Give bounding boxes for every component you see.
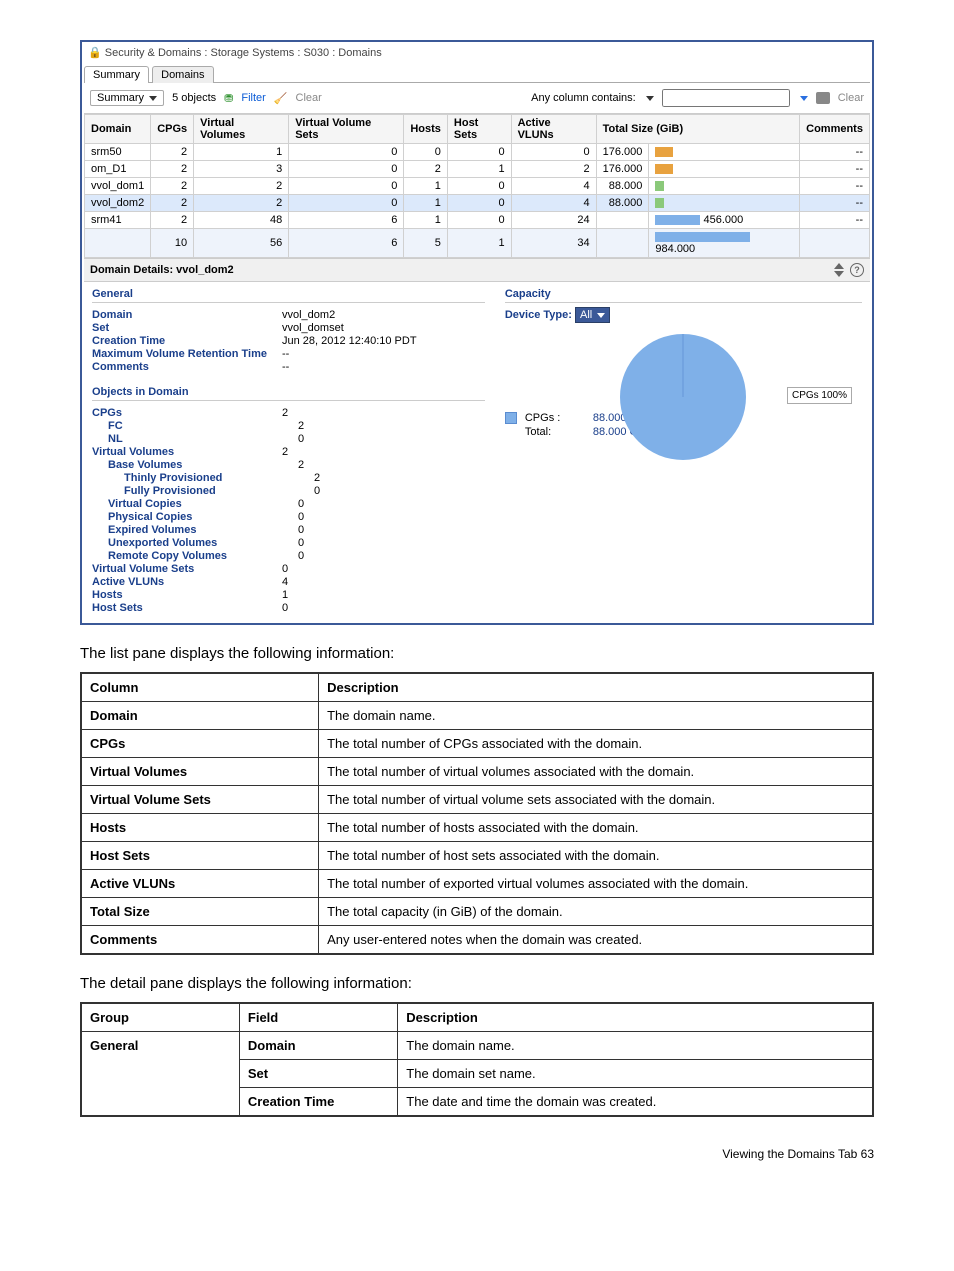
detail-field: Comments-- [92, 361, 485, 373]
doc-table-row: CPGsThe total number of CPGs associated … [81, 730, 873, 758]
col-hosts[interactable]: Hosts [404, 115, 448, 144]
tabs: Summary Domains [84, 65, 870, 83]
t2-h1: Group [81, 1003, 239, 1032]
col-comments[interactable]: Comments [800, 115, 870, 144]
object-row[interactable]: Active VLUNs4 [92, 576, 485, 588]
object-row[interactable]: Fully Provisioned0 [92, 485, 485, 497]
caption-detail-pane: The detail pane displays the following i… [80, 975, 874, 992]
window-title: 🔒 Security & Domains : Storage Systems :… [84, 44, 870, 61]
device-type-select[interactable]: All [575, 307, 610, 323]
t1-h2: Description [319, 673, 873, 702]
caption-list-pane: The list pane displays the following inf… [80, 645, 874, 662]
help-icon[interactable]: ? [850, 263, 864, 277]
object-row[interactable]: CPGs2 [92, 407, 485, 419]
clear-link-2[interactable]: Clear [838, 92, 864, 104]
table-header-row: Domain CPGs Virtual Volumes Virtual Volu… [85, 115, 870, 144]
table-row[interactable]: vvol_dom122010488.000 -- [85, 178, 870, 195]
doc-table-row: Total SizeThe total capacity (in GiB) of… [81, 898, 873, 926]
toolbar: Summary 5 objects ⛃ Filter 🧹 Clear Any c… [84, 83, 870, 114]
detail-field: Creation TimeJun 28, 2012 12:40:10 PDT [92, 335, 485, 347]
expand-collapse-icon[interactable] [834, 263, 844, 277]
capacity-section-title: Capacity [505, 288, 862, 303]
col-cpgs[interactable]: CPGs [151, 115, 194, 144]
detail-field: Domainvvol_dom2 [92, 309, 485, 321]
details-header: Domain Details: vvol_dom2 ? [84, 258, 870, 282]
page-footer: Viewing the Domains Tab 63 [80, 1147, 874, 1161]
filter-icon: ⛃ [224, 92, 233, 105]
object-row[interactable]: Virtual Volumes2 [92, 446, 485, 458]
t2-h2: Field [239, 1003, 397, 1032]
field-description-table: Group Field Description GeneralDomainThe… [80, 1002, 874, 1117]
col-hostsets[interactable]: Host Sets [447, 115, 511, 144]
table-row[interactable]: srm4124861024 456.000-- [85, 212, 870, 229]
pie-legend: CPGs 100% [787, 387, 852, 404]
doc-table-row: GeneralDomainThe domain name. [81, 1032, 873, 1060]
object-row[interactable]: NL0 [92, 433, 485, 445]
column-description-table: Column Description DomainThe domain name… [80, 672, 874, 955]
tab-domains[interactable]: Domains [152, 66, 213, 83]
device-type-label: Device Type: [505, 309, 572, 321]
details-body: General Domainvvol_dom2Setvvol_domsetCre… [84, 282, 870, 621]
object-row[interactable]: Virtual Volume Sets0 [92, 563, 485, 575]
print-icon[interactable] [816, 92, 830, 104]
doc-table-row: Active VLUNsThe total number of exported… [81, 870, 873, 898]
chevron-down-icon [597, 313, 605, 318]
object-row[interactable]: Expired Volumes0 [92, 524, 485, 536]
details-title: Domain Details: vvol_dom2 [90, 264, 234, 276]
totals-row: 105665134 984.000 [85, 229, 870, 258]
capacity-pie-chart [613, 327, 753, 467]
doc-table-row: DomainThe domain name. [81, 702, 873, 730]
chevron-down-icon[interactable] [646, 96, 654, 101]
object-row[interactable]: Physical Copies0 [92, 511, 485, 523]
clear-link[interactable]: Clear [296, 92, 322, 104]
table-row[interactable]: srm50210000176.000 -- [85, 144, 870, 161]
search-input[interactable] [662, 89, 790, 107]
col-domain[interactable]: Domain [85, 115, 151, 144]
doc-table-row: HostsThe total number of hosts associate… [81, 814, 873, 842]
object-row[interactable]: Virtual Copies0 [92, 498, 485, 510]
app-window: 🔒 Security & Domains : Storage Systems :… [80, 40, 874, 625]
search-label: Any column contains: [531, 92, 636, 104]
clear-icon: 🧹 [274, 92, 288, 105]
general-section-title: General [92, 288, 485, 303]
object-row[interactable]: Base Volumes2 [92, 459, 485, 471]
t1-h1: Column [81, 673, 319, 702]
doc-table-row: CommentsAny user-entered notes when the … [81, 926, 873, 955]
object-row[interactable]: Hosts1 [92, 589, 485, 601]
tab-summary[interactable]: Summary [84, 66, 149, 83]
domain-table: Domain CPGs Virtual Volumes Virtual Volu… [84, 114, 870, 258]
detail-field: Setvvol_domset [92, 322, 485, 334]
swatch-icon [505, 412, 517, 424]
col-size[interactable]: Total Size (GiB) [596, 115, 799, 144]
column-menu-icon[interactable] [800, 96, 808, 101]
col-vv[interactable]: Virtual Volumes [194, 115, 289, 144]
object-row[interactable]: Host Sets0 [92, 602, 485, 614]
t2-h3: Description [398, 1003, 873, 1032]
object-row[interactable]: Remote Copy Volumes0 [92, 550, 485, 562]
object-row[interactable]: Thinly Provisioned2 [92, 472, 485, 484]
col-vluns[interactable]: Active VLUNs [511, 115, 596, 144]
object-row[interactable]: Unexported Volumes0 [92, 537, 485, 549]
objects-section-title: Objects in Domain [92, 386, 485, 401]
doc-table-row: Host SetsThe total number of host sets a… [81, 842, 873, 870]
object-count: 5 objects [172, 92, 216, 104]
doc-table-row: Virtual VolumesThe total number of virtu… [81, 758, 873, 786]
table-row[interactable]: om_D1230212176.000 -- [85, 161, 870, 178]
doc-table-row: Virtual Volume SetsThe total number of v… [81, 786, 873, 814]
table-row[interactable]: vvol_dom222010488.000 -- [85, 195, 870, 212]
chevron-down-icon [149, 96, 157, 101]
filter-link[interactable]: Filter [241, 92, 265, 104]
col-vvs[interactable]: Virtual Volume Sets [289, 115, 404, 144]
object-row[interactable]: FC2 [92, 420, 485, 432]
detail-field: Maximum Volume Retention Time-- [92, 348, 485, 360]
view-select[interactable]: Summary [90, 90, 164, 106]
